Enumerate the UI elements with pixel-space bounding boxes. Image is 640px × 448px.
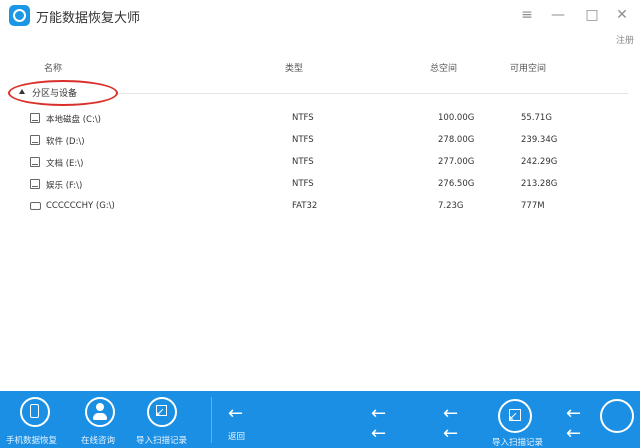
drive-type: NTFS xyxy=(292,113,314,123)
drive-name: CCCCCCHY (G:\) xyxy=(46,201,115,211)
drive-total: 7.23G xyxy=(438,201,464,211)
drive-free: 239.34G xyxy=(521,135,558,145)
table-row[interactable]: 软件 (D:\) NTFS 278.00G 239.34G xyxy=(0,131,640,151)
drive-free: 242.29G xyxy=(521,157,558,167)
table-row[interactable]: 娱乐 (F:\) NTFS 276.50G 213.28G xyxy=(0,175,640,195)
close-button[interactable]: ✕ xyxy=(613,6,631,24)
import-icon: ↙ xyxy=(147,397,177,427)
collapse-arrow-icon[interactable] xyxy=(19,89,25,94)
table-header: 名称 类型 总空间 可用空间 xyxy=(0,56,640,76)
menu-icon[interactable]: ≡ xyxy=(518,6,536,24)
window-title: 万能数据恢复大师 xyxy=(36,11,141,26)
online-consult-button[interactable]: 在线咨询 xyxy=(72,391,132,448)
column-name[interactable]: 名称 xyxy=(44,61,62,74)
back-arrow-icon[interactable]: ← xyxy=(443,425,458,443)
drive-icon xyxy=(30,135,40,145)
table-row[interactable]: 文档 (E:\) NTFS 277.00G 242.29G xyxy=(0,153,640,173)
app-logo-icon xyxy=(9,5,30,26)
drive-total: 278.00G xyxy=(438,135,475,145)
column-type[interactable]: 类型 xyxy=(285,61,303,74)
drive-type: NTFS xyxy=(292,157,314,167)
phone-recovery-button[interactable]: 手机数据恢复 xyxy=(0,391,72,448)
table-row[interactable]: CCCCCCHY (G:\) FAT32 7.23G 777M xyxy=(0,197,640,217)
drive-free: 55.71G xyxy=(521,113,552,123)
bottom-toolbar: 手机数据恢复 在线咨询 ↙ 导入扫描记录 ← 返回 ← ← ← ← ↙ 导入扫描… xyxy=(0,391,640,448)
back-arrow-icon[interactable]: ← xyxy=(566,405,581,423)
back-arrow-icon[interactable]: ← xyxy=(371,405,386,423)
back-arrow-icon: ← xyxy=(228,403,244,424)
phone-icon xyxy=(20,397,50,427)
partial-tool-icon[interactable] xyxy=(600,399,634,433)
back-label: 返回 xyxy=(228,432,246,442)
drive-icon xyxy=(30,157,40,167)
drive-free: 213.28G xyxy=(521,179,558,189)
drive-name: 软件 (D:\) xyxy=(46,137,85,147)
register-link[interactable]: 注册 xyxy=(616,33,634,46)
drive-type: NTFS xyxy=(292,179,314,189)
title-bar: 万能数据恢复大师 ≡ — □ ✕ xyxy=(0,0,640,32)
table-row[interactable]: 本地磁盘 (C:\) NTFS 100.00G 55.71G xyxy=(0,109,640,129)
phone-recovery-label: 手机数据恢复 xyxy=(6,436,58,446)
drive-name: 文档 (E:\) xyxy=(46,159,84,169)
usb-drive-icon xyxy=(30,202,41,210)
import-scan-button[interactable]: ↙ 导入扫描记录 xyxy=(132,391,204,448)
drive-name: 娱乐 (F:\) xyxy=(46,181,83,191)
drive-name: 本地磁盘 (C:\) xyxy=(46,115,101,125)
back-arrow-icon[interactable]: ← xyxy=(566,425,581,443)
back-button[interactable]: ← 返回 xyxy=(218,391,258,448)
column-free[interactable]: 可用空间 xyxy=(510,61,546,74)
group-label[interactable]: 分区与设备 xyxy=(32,86,77,99)
toolbar-divider xyxy=(211,397,212,443)
minimize-button[interactable]: — xyxy=(549,6,567,24)
drive-total: 100.00G xyxy=(438,113,475,123)
import-icon: ↙ xyxy=(498,399,532,433)
drive-icon xyxy=(30,179,40,189)
drive-total: 276.50G xyxy=(438,179,475,189)
import-scan-button-2[interactable]: ↙ 导入扫描记录 xyxy=(490,391,546,448)
column-total[interactable]: 总空间 xyxy=(430,61,457,74)
import-scan-label: 导入扫描记录 xyxy=(136,436,188,446)
import-scan-label-2: 导入扫描记录 xyxy=(492,438,544,448)
divider-line xyxy=(118,93,628,94)
back-arrow-icon[interactable]: ← xyxy=(443,405,458,423)
online-consult-label: 在线咨询 xyxy=(81,436,116,446)
hard-disk-icon xyxy=(30,113,40,123)
back-arrow-icon[interactable]: ← xyxy=(371,425,386,443)
drive-type: NTFS xyxy=(292,135,314,145)
drive-free: 777M xyxy=(521,201,545,211)
user-icon xyxy=(85,397,115,427)
drive-type: FAT32 xyxy=(292,201,318,211)
maximize-button[interactable]: □ xyxy=(583,6,601,24)
drive-total: 277.00G xyxy=(438,157,475,167)
